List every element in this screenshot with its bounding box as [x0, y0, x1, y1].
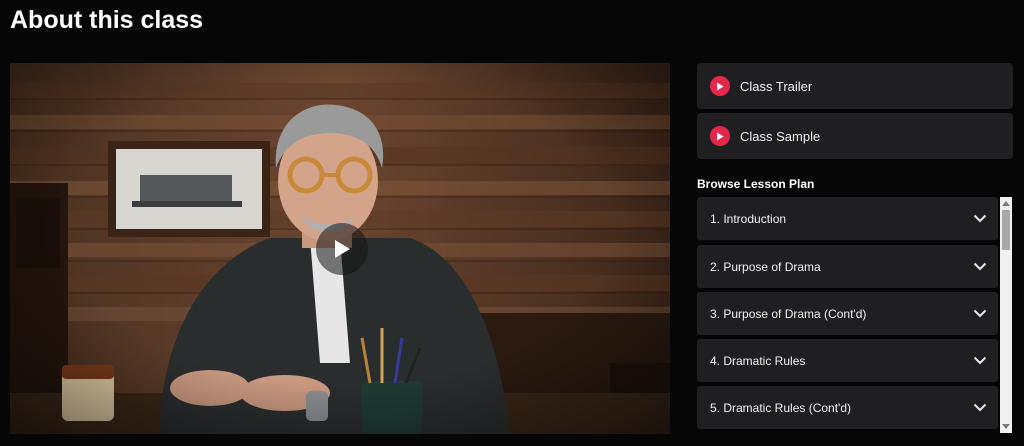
lesson-plan-heading: Browse Lesson Plan	[697, 177, 815, 191]
scrollbar-thumb[interactable]	[1002, 210, 1010, 250]
chevron-down-icon	[973, 262, 987, 271]
lesson-label: 4. Dramatic Rules	[710, 353, 806, 368]
chevron-down-icon	[973, 356, 987, 365]
lesson-item-4[interactable]: 4. Dramatic Rules	[697, 339, 998, 382]
lesson-item-5[interactable]: 5. Dramatic Rules (Cont'd)	[697, 386, 998, 429]
lesson-label: 5. Dramatic Rules (Cont'd)	[710, 400, 851, 415]
lesson-label: 2. Purpose of Drama	[710, 259, 821, 274]
scroll-down-icon[interactable]	[1002, 424, 1010, 429]
class-sample-label: Class Sample	[740, 128, 821, 144]
video-player[interactable]	[10, 63, 670, 434]
play-icon	[335, 240, 350, 258]
class-trailer-label: Class Trailer	[740, 78, 813, 94]
scroll-up-icon[interactable]	[1002, 201, 1010, 206]
class-sample-button[interactable]: Class Sample	[697, 113, 1013, 159]
play-button[interactable]	[316, 223, 368, 275]
lesson-list: 1. Introduction 2. Purpose of Drama 3. P…	[697, 197, 1013, 433]
chevron-down-icon	[973, 309, 987, 318]
play-circle-icon	[710, 126, 730, 146]
lesson-label: 3. Purpose of Drama (Cont'd)	[710, 306, 867, 321]
lesson-item-1[interactable]: 1. Introduction	[697, 197, 998, 240]
class-trailer-button[interactable]: Class Trailer	[697, 63, 1013, 109]
lesson-item-3[interactable]: 3. Purpose of Drama (Cont'd)	[697, 292, 998, 335]
page-title: About this class	[10, 6, 204, 34]
chevron-down-icon	[973, 214, 987, 223]
chevron-down-icon	[973, 403, 987, 412]
lesson-list-scrollbar[interactable]	[1000, 197, 1012, 433]
lesson-label: 1. Introduction	[710, 211, 787, 226]
lesson-item-2[interactable]: 2. Purpose of Drama	[697, 245, 998, 288]
play-circle-icon	[710, 76, 730, 96]
